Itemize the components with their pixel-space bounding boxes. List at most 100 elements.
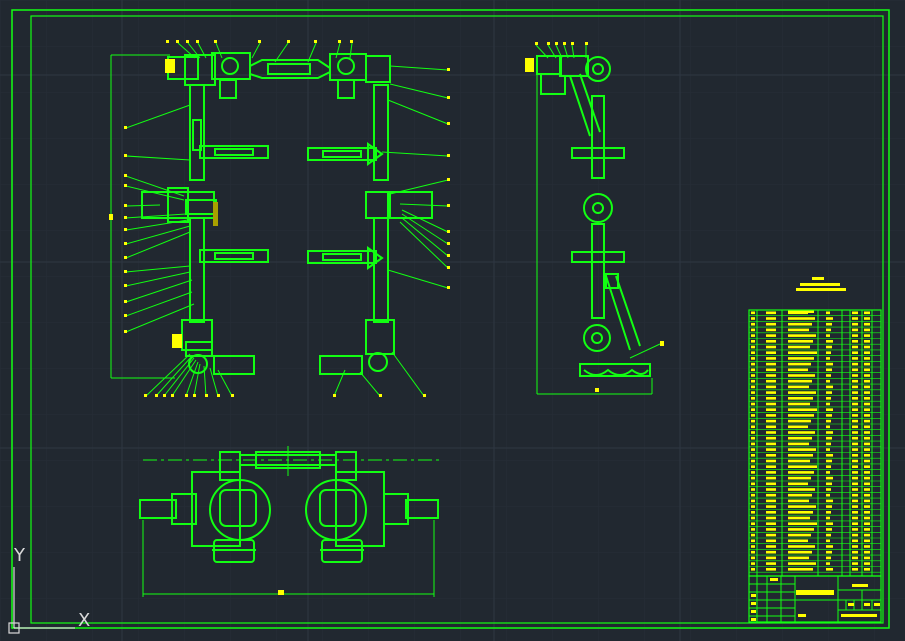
- parts-cell-text: [826, 322, 832, 326]
- parts-cell-text: [751, 311, 755, 315]
- parts-cell-text: [751, 533, 755, 537]
- parts-cell-text: [766, 328, 776, 332]
- parts-cell-text: [766, 419, 776, 423]
- parts-cell-text: [864, 488, 870, 491]
- parts-cell-text: [788, 311, 808, 315]
- parts-cell-text: [864, 414, 870, 417]
- parts-cell-text: [852, 545, 858, 548]
- parts-cell-text: [766, 471, 776, 474]
- parts-cell-text: [766, 397, 776, 400]
- parts-cell-text: [852, 505, 858, 508]
- parts-cell-text: [788, 328, 809, 332]
- parts-cell-text: [864, 562, 870, 565]
- parts-cell-text: [766, 568, 776, 571]
- parts-cell-text: [852, 414, 858, 417]
- parts-cell-text: [852, 522, 858, 525]
- parts-cell-text: [826, 545, 833, 548]
- parts-cell-text: [751, 402, 755, 406]
- parts-cell-text: [788, 345, 810, 349]
- parts-cell-text: [826, 397, 831, 400]
- parts-cell-text: [864, 493, 870, 497]
- parts-cell-text: [826, 368, 832, 372]
- parts-cell-text: [864, 533, 870, 537]
- parts-cell-text: [751, 442, 755, 446]
- parts-cell-text: [766, 528, 776, 531]
- parts-cell-text: [766, 550, 776, 554]
- parts-cell-text: [826, 379, 830, 383]
- parts-cell-text: [751, 368, 755, 372]
- parts-cell-text: [864, 550, 870, 554]
- parts-cell-text: [826, 448, 830, 451]
- parts-cell-text: [788, 545, 815, 548]
- parts-cell-text: [852, 362, 858, 366]
- parts-cell-text: [826, 414, 832, 417]
- parts-cell-text: [788, 556, 809, 560]
- parts-cell-text: [788, 317, 815, 320]
- parts-cell-text: [788, 414, 814, 417]
- parts-cell-text: [826, 419, 831, 423]
- parts-cell-text: [751, 322, 755, 326]
- parts-cell-text: [826, 334, 830, 337]
- parts-cell-text: [864, 516, 870, 520]
- parts-cell-text: [788, 340, 813, 343]
- parts-cell-text: [751, 528, 755, 531]
- parts-cell-text: [751, 476, 755, 480]
- parts-cell-text: [788, 362, 811, 366]
- ucs-y-label: Y: [14, 545, 25, 566]
- parts-cell-text: [788, 459, 810, 463]
- parts-cell-text: [766, 408, 776, 411]
- parts-cell-text: [766, 505, 776, 508]
- parts-cell-text: [864, 385, 870, 389]
- parts-cell-text: [766, 482, 776, 486]
- parts-cell-text: [864, 436, 870, 440]
- parts-cell-text: [852, 328, 858, 332]
- parts-cell-text: [826, 431, 833, 434]
- parts-cell-text: [826, 533, 831, 537]
- parts-cell-text: [852, 476, 858, 480]
- parts-cell-text: [766, 459, 776, 463]
- parts-cell-text: [766, 454, 776, 457]
- parts-cell-text: [751, 493, 755, 497]
- parts-cell-text: [751, 414, 755, 417]
- parts-cell-text: [826, 362, 833, 366]
- parts-cell-text: [864, 334, 870, 337]
- parts-cell-text: [826, 391, 832, 394]
- parts-cell-text: [852, 562, 858, 565]
- parts-cell-text: [788, 408, 817, 411]
- parts-cell-text: [826, 340, 833, 343]
- parts-cell-text: [766, 340, 776, 343]
- parts-cell-text: [751, 328, 755, 332]
- parts-cell-text: [826, 482, 832, 486]
- parts-cell-text: [864, 425, 870, 429]
- parts-cell-text: [852, 516, 858, 520]
- parts-cell-text: [766, 391, 776, 394]
- parts-cell-text: [751, 568, 755, 571]
- parts-cell-text: [852, 511, 858, 514]
- parts-cell-text: [788, 425, 808, 429]
- parts-cell-text: [852, 385, 858, 389]
- parts-cell-text: [864, 545, 870, 548]
- parts-cell-text: [852, 488, 858, 491]
- parts-cell-text: [766, 311, 776, 315]
- parts-cell-text: [864, 465, 870, 468]
- parts-cell-text: [766, 351, 776, 354]
- parts-cell-text: [852, 482, 858, 486]
- cad-viewport[interactable]: [0, 0, 905, 641]
- parts-cell-text: [766, 522, 776, 525]
- parts-cell-text: [788, 442, 809, 446]
- parts-cell-text: [826, 465, 831, 468]
- parts-cell-text: [766, 545, 776, 548]
- parts-cell-text: [751, 482, 755, 486]
- parts-cell-text: [826, 471, 830, 474]
- parts-cell-text: [751, 345, 755, 349]
- parts-cell-text: [751, 459, 755, 463]
- parts-cell-text: [766, 317, 776, 320]
- parts-cell-text: [864, 362, 870, 366]
- parts-cell-text: [788, 419, 811, 423]
- parts-cell-text: [852, 454, 858, 457]
- parts-cell-text: [852, 340, 858, 343]
- parts-cell-text: [788, 471, 814, 474]
- parts-cell-text: [788, 402, 810, 406]
- parts-cell-text: [766, 562, 776, 565]
- parts-cell-text: [864, 374, 870, 377]
